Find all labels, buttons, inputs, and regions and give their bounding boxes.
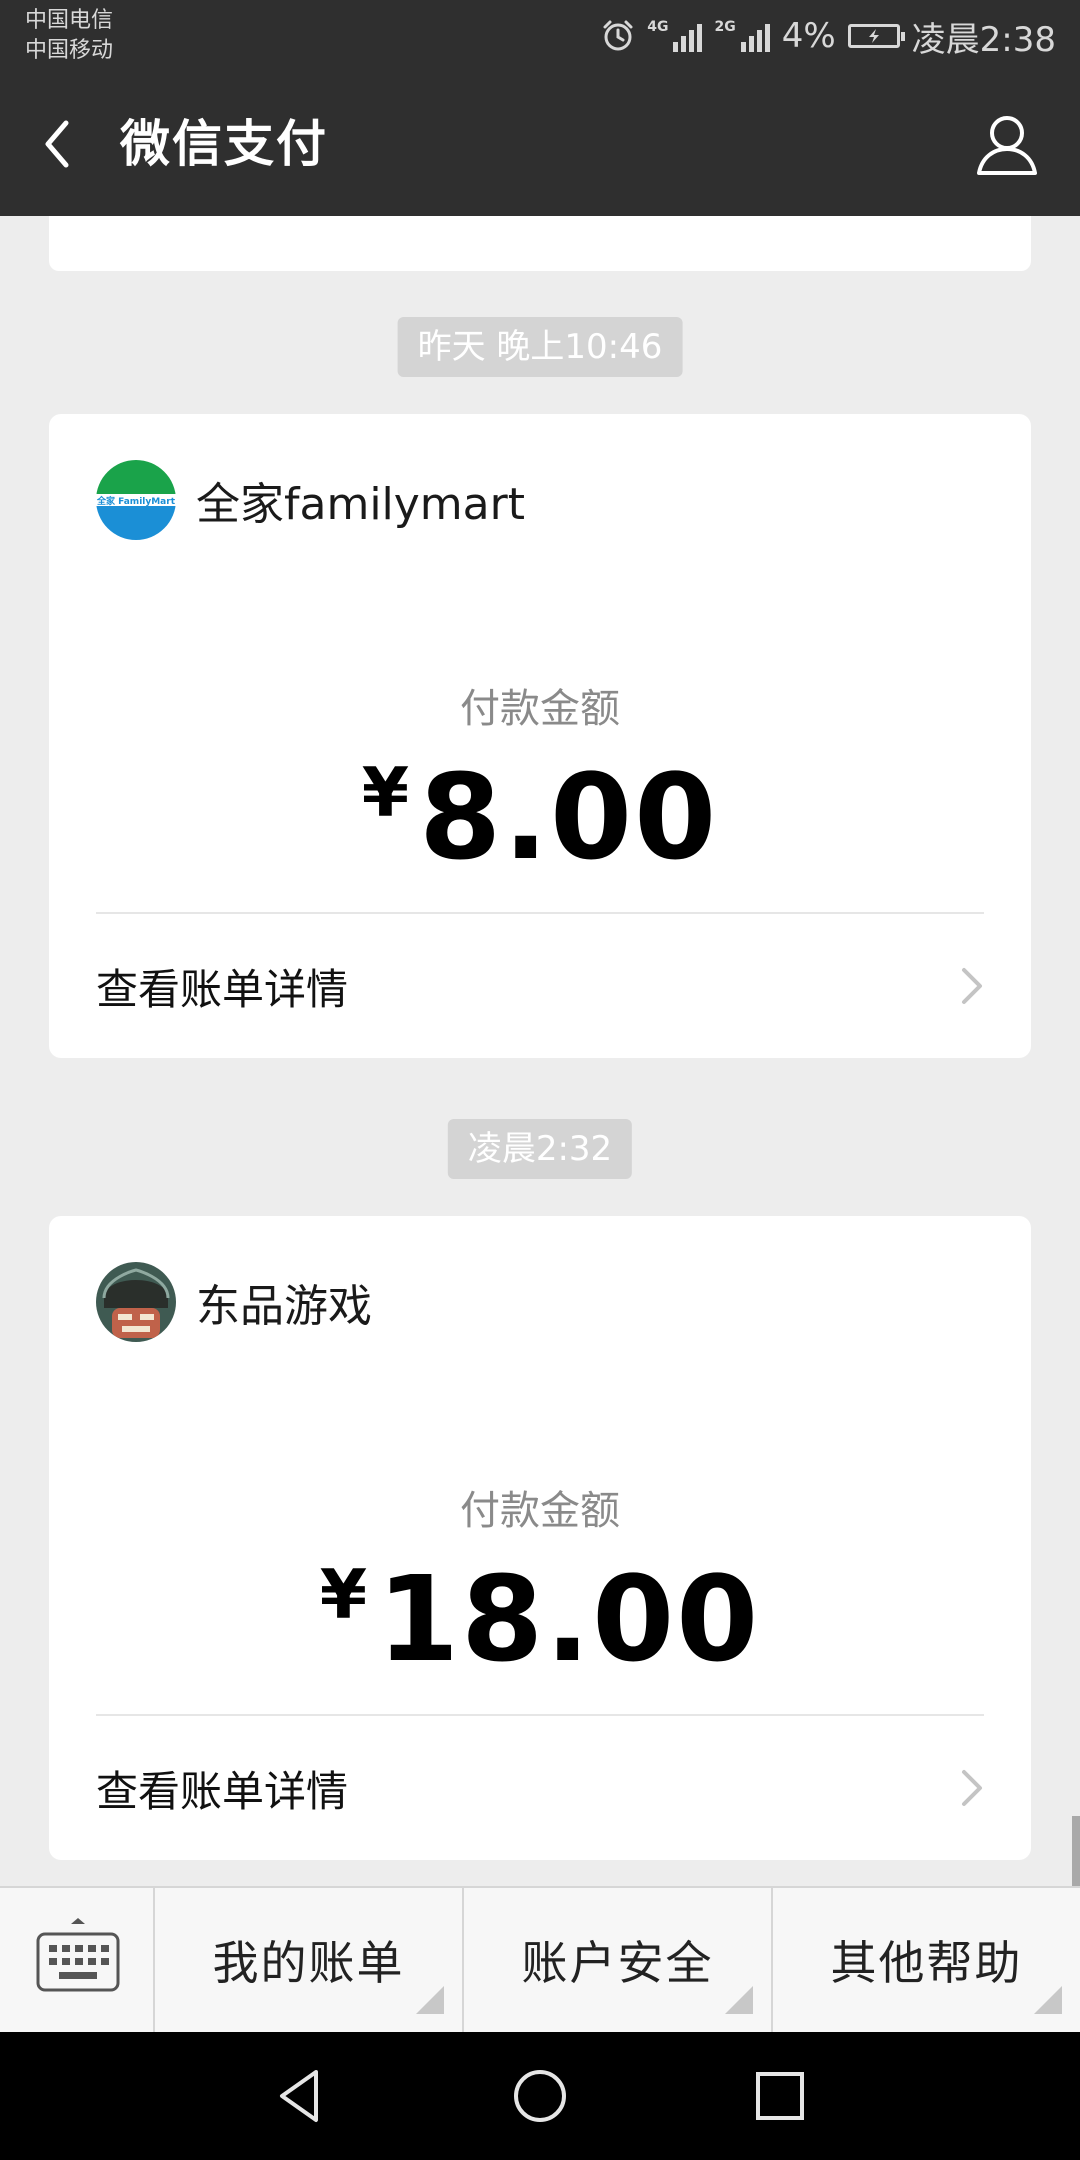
carrier-1: 中国电信: [25, 8, 114, 33]
profile-button[interactable]: [974, 111, 1040, 177]
battery-icon: [847, 24, 905, 48]
submenu-indicator-icon: [416, 1986, 444, 2014]
keyboard-toggle-button[interactable]: [0, 1888, 155, 2032]
back-triangle-icon[interactable]: [270, 2066, 330, 2126]
person-icon: [977, 116, 1037, 175]
merchant-header: 全家 FamilyMart 全家familymart: [96, 459, 525, 541]
page-title: 微信支付: [120, 115, 328, 173]
menu-label: 我的账单: [212, 1936, 405, 1990]
view-bill-details-link[interactable]: 查看账单详情: [96, 1716, 984, 1860]
submenu-indicator-icon: [725, 1986, 753, 2014]
battery-percent: 4%: [781, 16, 836, 56]
header: 微信支付: [0, 73, 1080, 216]
chevron-right-icon: [962, 968, 982, 1004]
back-arrow-icon: [45, 120, 69, 168]
carrier-2: 中国移动: [25, 38, 114, 63]
bottom-menu: 我的账单 账户安全 其他帮助: [0, 1886, 1080, 2032]
menu-account-security[interactable]: 账户安全: [464, 1888, 773, 2032]
payment-amount: ¥8.00: [49, 729, 1031, 882]
merchant-logo: 全家 FamilyMart: [96, 460, 176, 540]
amount-value: 8.00: [419, 748, 719, 886]
carrier-info: 中国电信 中国移动: [25, 6, 113, 66]
view-bill-details-label: 查看账单详情: [96, 1766, 349, 1816]
status-bar: 中国电信 中国移动 4G 2G 4% 凌晨2:38: [0, 0, 1080, 73]
scrollbar[interactable]: [1072, 1816, 1080, 1886]
keyboard-icon: [36, 1918, 120, 1992]
view-bill-details-link[interactable]: 查看账单详情: [96, 914, 984, 1058]
payment-card[interactable]: 东品游戏 付款金额 ¥18.00 查看账单详情: [49, 1216, 1031, 1860]
merchant-name: 东品游戏: [196, 1281, 372, 1332]
status-icons: 4G 2G 4% 凌晨2:38: [601, 14, 1056, 60]
network-type-2: 2G: [714, 19, 736, 35]
currency-symbol: ¥: [361, 754, 412, 833]
amount-label: 付款金额: [460, 686, 620, 732]
menu-my-bills[interactable]: 我的账单: [155, 1888, 464, 2032]
signal-icon-2: 2G: [714, 19, 770, 52]
previous-card[interactable]: [49, 216, 1031, 271]
menu-label: 账户安全: [521, 1936, 714, 1990]
menu-label: 其他帮助: [830, 1936, 1023, 1990]
system-navigation-bar: [0, 2032, 1080, 2160]
timestamp-chip: 昨天 晚上10:46: [397, 317, 683, 377]
amount-label: 付款金额: [460, 1488, 620, 1534]
amount-value: 18.00: [377, 1550, 761, 1688]
recent-apps-square-icon[interactable]: [750, 2066, 810, 2126]
payment-card[interactable]: 全家 FamilyMart 全家familymart 付款金额 ¥8.00 查看…: [49, 414, 1031, 1058]
submenu-indicator-icon: [1034, 1986, 1062, 2014]
home-circle-icon[interactable]: [510, 2066, 570, 2126]
payment-amount: ¥18.00: [49, 1531, 1031, 1684]
signal-icon-1: 4G: [647, 19, 703, 52]
alarm-icon: [603, 20, 633, 51]
back-button[interactable]: [30, 109, 90, 179]
status-time: 凌晨2:38: [911, 19, 1056, 60]
merchant-logo-text: 全家 FamilyMart: [96, 495, 176, 507]
message-list[interactable]: 昨天 晚上10:46 全家 FamilyMart 全家familymart 付款…: [0, 216, 1080, 1886]
menu-other-help[interactable]: 其他帮助: [773, 1888, 1080, 2032]
merchant-avatar: [96, 1262, 176, 1342]
view-bill-details-label: 查看账单详情: [96, 964, 349, 1014]
merchant-header: 东品游戏: [96, 1261, 372, 1343]
chevron-right-icon: [962, 1770, 982, 1806]
network-type-1: 4G: [647, 19, 669, 35]
timestamp-chip: 凌晨2:32: [447, 1119, 633, 1179]
merchant-name: 全家familymart: [196, 479, 525, 530]
currency-symbol: ¥: [319, 1556, 370, 1635]
